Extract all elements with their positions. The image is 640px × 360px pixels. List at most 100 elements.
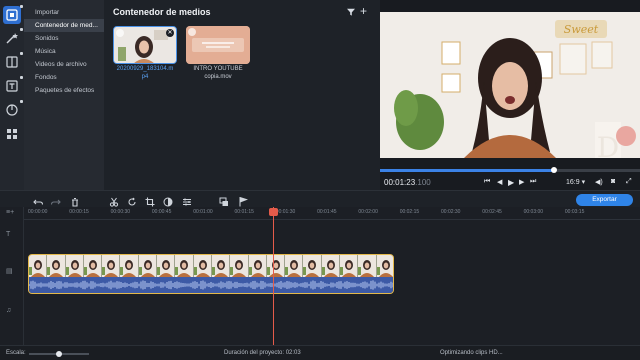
ruler-baseline <box>24 219 640 220</box>
media-caption-1: 20200929_183104.m p4 <box>116 66 174 80</box>
timeline-toolbar <box>0 190 640 207</box>
clip-frame <box>65 255 84 277</box>
next-icon[interactable]: ⏭ <box>530 178 536 186</box>
filter-icon[interactable] <box>347 8 355 16</box>
ruler-tick-label: 00:02:00 <box>358 209 378 215</box>
tool-menu-indicator <box>20 28 23 31</box>
playhead-handle[interactable] <box>269 208 278 216</box>
ruler-tick-label: 00:02:45 <box>482 209 502 215</box>
fullscreen-icon[interactable]: ⤢ <box>626 178 632 186</box>
undo-icon[interactable] <box>33 194 44 205</box>
clip-frame <box>321 255 341 277</box>
category-item[interactable]: Contenedor de med... <box>24 19 104 32</box>
magic-wand-icon[interactable] <box>3 28 23 47</box>
project-duration: Duración del proyecto: 02:03 <box>224 350 301 356</box>
audio-waveform <box>29 277 393 293</box>
timeline: ≡+ T ▤ ♫ 00:00:00 00:00:15 00:00:30 00:00:4… <box>0 207 640 345</box>
ruler-tick-label: 00:02:15 <box>399 209 420 215</box>
plus-icon[interactable]: + <box>360 4 367 18</box>
video-clip[interactable] <box>28 254 394 294</box>
clip-frame <box>175 255 194 277</box>
clip-frame <box>47 255 66 277</box>
clip-frame <box>358 255 377 277</box>
transitions-icon[interactable] <box>3 52 23 71</box>
clip-frame <box>285 255 304 277</box>
playhead[interactable] <box>273 207 274 345</box>
category-item[interactable]: Fondos <box>24 71 104 84</box>
snapshot-icon[interactable]: ◙ <box>611 178 615 185</box>
titles-icon[interactable] <box>3 76 23 95</box>
time-ruler[interactable]: 00:00:00 00:00:15 00:00:30 00:00:45 00:01:00… <box>24 207 640 221</box>
clip-frame <box>102 255 121 277</box>
export-button[interactable]: Exportar <box>576 194 633 206</box>
tool-menu-indicator <box>20 5 23 8</box>
clip-properties-icon[interactable] <box>182 194 192 206</box>
video-editor-window: Importar Contenedor de med... Sonidos Músic… <box>0 0 640 360</box>
category-item[interactable]: Sonidos <box>24 32 104 45</box>
scale-slider[interactable] <box>29 351 89 357</box>
clip-status-icon <box>188 28 196 36</box>
seek-bar-fill <box>380 169 555 172</box>
clip-frame <box>230 255 249 277</box>
rotate-icon[interactable] <box>127 194 137 206</box>
ruler-tick-label: 00:01:45 <box>317 209 337 215</box>
media-thumb-2[interactable] <box>186 26 250 64</box>
more-tools-icon[interactable] <box>3 125 21 143</box>
seek-bar-handle[interactable] <box>551 167 558 173</box>
ruler-tick-label: 00:00:45 <box>151 209 172 215</box>
previous-icon[interactable]: ⏮ <box>484 178 490 186</box>
ruler-tick-label: 00:01:30 <box>275 209 296 215</box>
clip-frame <box>211 255 231 277</box>
video-preview[interactable]: Sweet D <box>380 12 640 158</box>
optimizing-status: Optimizando clips HD... <box>440 350 503 356</box>
media-caption-2: INTRO YOUTUBE copia.mov <box>193 66 243 80</box>
clip-frame <box>138 255 158 277</box>
step-forward-icon[interactable]: ▶ <box>519 178 524 186</box>
ruler-tick-label: 00:01:00 <box>193 209 213 215</box>
color-icon[interactable] <box>163 194 173 207</box>
media-bin-title: Contenedor de medios <box>113 7 211 17</box>
waveform-path <box>29 280 393 290</box>
step-back-icon[interactable]: ◀ <box>497 178 502 186</box>
category-item[interactable]: Importar <box>24 6 104 19</box>
media-bin: Contenedor de medios + ✕ 20200929_183104… <box>104 0 380 190</box>
add-track-icon[interactable]: ≡+ <box>6 209 14 216</box>
delete-icon[interactable] <box>70 194 80 207</box>
clip-frame <box>193 255 212 277</box>
close-icon[interactable]: ✕ <box>166 29 174 37</box>
volume-icon[interactable]: ◀) <box>595 178 603 186</box>
media-thumb-1[interactable]: ✕ <box>113 26 177 64</box>
status-bar: Escala: Duración del proyecto: 02:03 Opt… <box>0 345 640 360</box>
text-track-icon: T <box>6 231 11 238</box>
media-import-icon[interactable] <box>3 5 23 24</box>
preview-player: Sweet D 00:01:23.100 ⏮ ◀ ▶ ▶ ⏭ 16:9 ▾ ◀)… <box>380 0 640 190</box>
aspect-ratio-select[interactable]: 16:9 ▾ <box>566 178 585 186</box>
seek-bar[interactable] <box>380 167 640 173</box>
stickers-icon[interactable] <box>3 100 23 119</box>
category-item[interactable]: Paquetes de efectos <box>24 84 104 97</box>
overlay-icon[interactable] <box>219 194 229 206</box>
clip-frame <box>340 255 359 277</box>
clip-frame <box>248 255 267 277</box>
ruler-tick-label: 00:02:30 <box>441 209 461 215</box>
play-icon[interactable]: ▶ <box>508 178 514 187</box>
ruler-tick-label: 00:00:15 <box>69 209 89 215</box>
clip-status-icon <box>116 29 124 37</box>
svg-text:D: D <box>597 131 619 158</box>
redo-icon[interactable] <box>50 194 61 205</box>
marker-icon[interactable] <box>238 194 249 207</box>
clip-frame <box>303 255 322 277</box>
ruler-tick-label: 00:00:30 <box>110 209 131 215</box>
category-item[interactable]: Videos de archivo <box>24 58 104 71</box>
category-menu: Importar Contenedor de med... Sonidos Músic… <box>24 0 104 190</box>
crop-icon[interactable] <box>145 194 155 207</box>
svg-text:Sweet: Sweet <box>564 23 599 36</box>
clip-frame <box>83 255 103 277</box>
cut-icon[interactable] <box>109 194 119 207</box>
ruler-tick-label: 00:03:00 <box>523 209 544 215</box>
clip-frame <box>376 255 393 277</box>
category-item[interactable]: Música <box>24 45 104 58</box>
scale-slider-handle[interactable] <box>56 351 62 357</box>
scale-label: Escala: <box>6 350 26 356</box>
ruler-tick-label: 00:01:15 <box>234 209 254 215</box>
